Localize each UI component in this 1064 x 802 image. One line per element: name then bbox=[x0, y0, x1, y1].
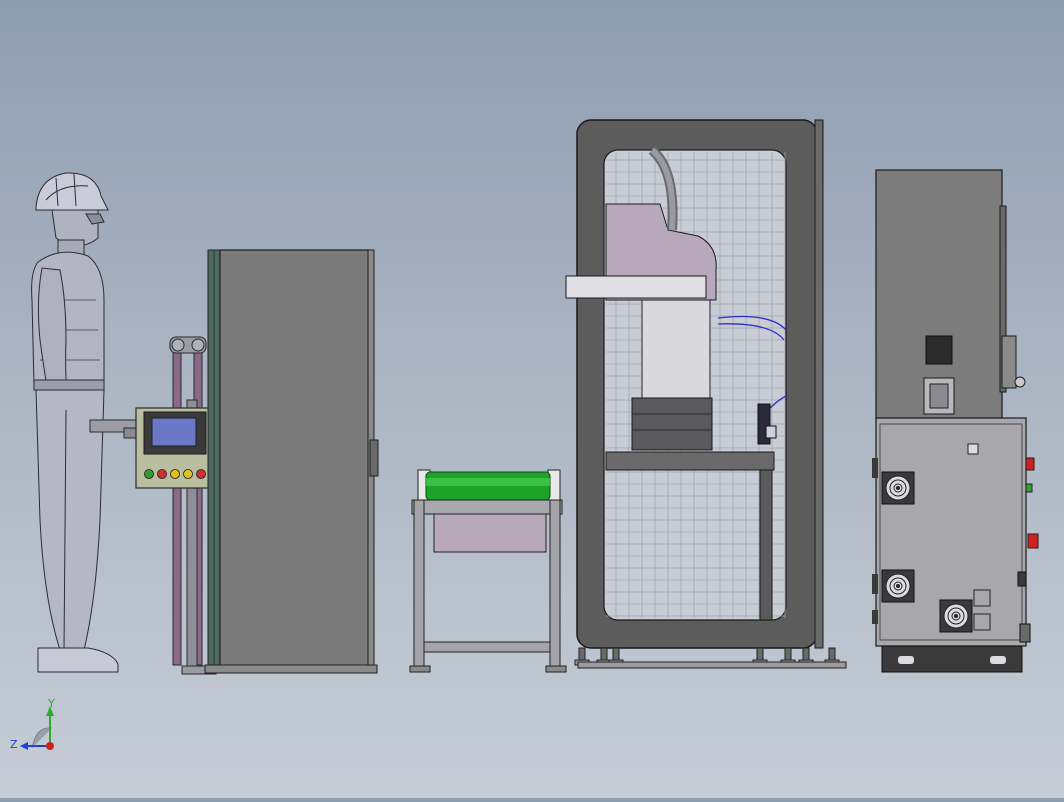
hmi-button bbox=[144, 469, 154, 479]
coordinate-triad: Y Z bbox=[10, 697, 55, 751]
boots bbox=[37, 647, 119, 673]
cabinet-side-panel bbox=[219, 249, 371, 673]
drawer-panel bbox=[433, 513, 547, 553]
hmi-button bbox=[196, 469, 206, 479]
hard-hat bbox=[35, 172, 109, 211]
left-cabinet bbox=[204, 249, 379, 674]
axis-z-label: Z bbox=[10, 738, 18, 751]
cabinet-window bbox=[925, 335, 953, 365]
fan-grille bbox=[881, 471, 915, 505]
roller-conveyor bbox=[409, 469, 567, 673]
fan-grille bbox=[881, 569, 915, 603]
hmi-screen bbox=[151, 417, 197, 447]
axis-y-label: Y bbox=[47, 697, 55, 710]
hmi-button bbox=[157, 469, 167, 479]
work-table bbox=[605, 451, 775, 471]
hmi-button bbox=[170, 469, 180, 479]
hmi-button bbox=[183, 469, 193, 479]
hmi-control-station bbox=[89, 336, 221, 675]
cad-viewport[interactable]: Y Z bbox=[0, 0, 1064, 798]
cable-pipe-left bbox=[172, 344, 182, 666]
fan-grille bbox=[939, 599, 973, 633]
control-cabinet bbox=[872, 169, 1039, 673]
robot-cell bbox=[565, 119, 847, 669]
cad-drawing: Y Z bbox=[10, 119, 1039, 751]
